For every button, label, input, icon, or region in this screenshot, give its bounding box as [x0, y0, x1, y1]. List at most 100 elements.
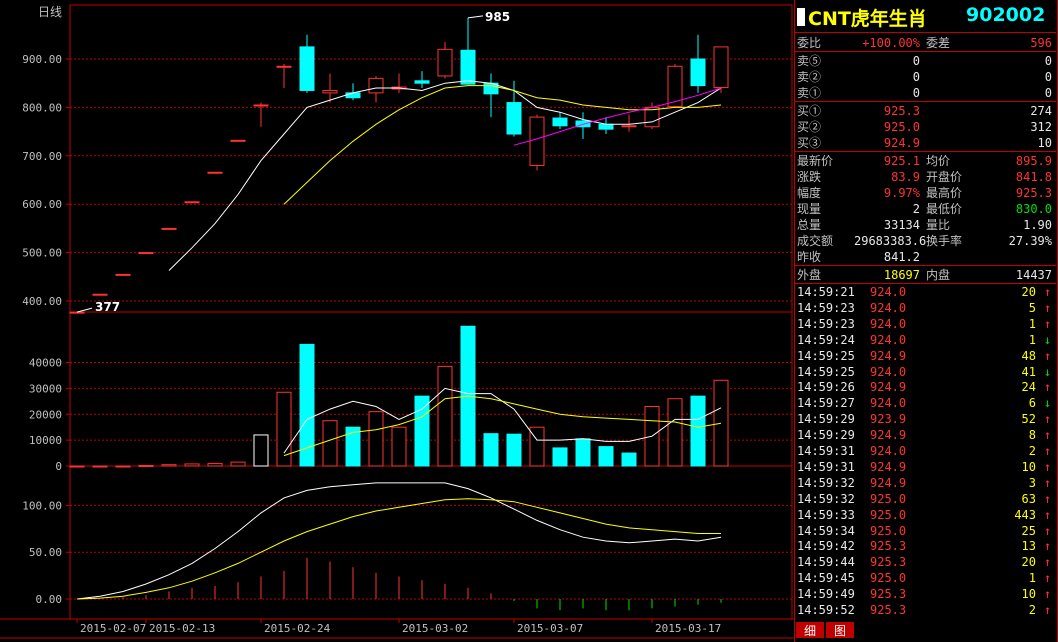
sell-level-price: 0: [912, 86, 920, 100]
candle[interactable]: [69, 311, 85, 314]
chart-area[interactable]: 985 377 900.00 800.00 700.00 600.00 500.00 400…: [0, 0, 794, 642]
volume-bar[interactable]: [345, 426, 361, 467]
stat-label: 现量: [797, 202, 822, 216]
candle[interactable]: [529, 114, 545, 171]
arrow-up-icon: ↑: [1044, 444, 1052, 458]
price-tick-label: 900.00: [22, 53, 62, 66]
tick-time: 14:59:27: [797, 396, 855, 411]
candle-body: [437, 48, 453, 77]
candle-body: [345, 92, 361, 99]
stat-value: 925.3: [1015, 186, 1052, 200]
volume-bar[interactable]: [184, 463, 200, 467]
tick-price: 925.0: [870, 523, 907, 538]
tick-volume: 1: [1028, 316, 1036, 331]
indicator-tick-label: 50.00: [29, 546, 62, 559]
tick-price: 925.0: [870, 507, 907, 522]
indicator-tick-label: 0.00: [36, 593, 63, 606]
candle[interactable]: [184, 201, 200, 204]
candle[interactable]: [207, 171, 223, 174]
tick-time: 14:59:45: [797, 571, 855, 586]
volume-bar[interactable]: [161, 464, 177, 467]
sell-level-volume: 0: [1044, 54, 1052, 68]
volume-tick-label: 30000: [29, 382, 62, 395]
buy-level-label: 买③: [797, 136, 822, 150]
stat-value: 9.97%: [883, 186, 920, 200]
volume-bar[interactable]: [92, 465, 108, 468]
tab-detail[interactable]: 细: [796, 622, 824, 638]
tick-volume: 10: [1021, 459, 1036, 474]
volume-bar[interactable]: [575, 438, 591, 467]
candle[interactable]: [230, 139, 246, 142]
candle[interactable]: [115, 273, 131, 276]
buy-level-price: 925.0: [883, 120, 920, 134]
volume-bar[interactable]: [598, 446, 614, 467]
stat-label: 幅度: [797, 186, 822, 200]
arrow-up-icon: ↑: [1044, 475, 1052, 490]
volume-bar[interactable]: [138, 464, 154, 467]
volume-bar[interactable]: [207, 462, 223, 467]
weibi-label: 委比: [797, 36, 822, 50]
tab-detail-label: 细: [803, 624, 816, 638]
buy-level-price: 925.3: [883, 104, 920, 118]
volume-bar[interactable]: [506, 433, 522, 467]
tick-time: 14:59:24: [797, 332, 855, 347]
arrow-up-icon: ↑: [1044, 555, 1052, 570]
tick-price: 924.0: [870, 444, 907, 458]
tick-price: 925.0: [870, 491, 907, 506]
arrow-up-icon: ↑: [1044, 523, 1052, 538]
tab-chart[interactable]: 图: [826, 622, 854, 638]
volume-bar[interactable]: [276, 391, 292, 467]
candle[interactable]: [92, 293, 108, 296]
candle-body: [138, 252, 154, 255]
stat-value: 895.9: [1015, 154, 1052, 168]
volume-bar[interactable]: [437, 365, 453, 467]
candle-body: [69, 311, 85, 314]
arrow-up-icon: ↑: [1044, 459, 1052, 474]
candle[interactable]: [138, 252, 154, 255]
stat-label: 最高价: [926, 186, 963, 200]
candle-body: [414, 80, 430, 84]
tick-price: 924.0: [870, 300, 907, 315]
divider: [794, 32, 1056, 33]
candle-body: [529, 116, 545, 166]
volume-bar[interactable]: [230, 461, 246, 467]
stock-code: 902002: [966, 4, 1046, 26]
volume-bar[interactable]: [552, 447, 568, 467]
volume-bar[interactable]: [322, 420, 338, 467]
arrow-up-icon: ↑: [1044, 491, 1052, 506]
volume-bar[interactable]: [621, 452, 637, 467]
inner-value: 14437: [1015, 268, 1052, 282]
stat-value: 841.2: [883, 250, 920, 264]
volume-bar[interactable]: [483, 433, 499, 467]
stat-label: 昨收: [797, 250, 822, 264]
stat-value: 841.8: [1015, 170, 1052, 184]
volume-bar[interactable]: [368, 411, 384, 467]
volume-bar[interactable]: [69, 465, 85, 468]
volume-bar[interactable]: [667, 398, 683, 467]
volume-bar[interactable]: [690, 395, 706, 467]
arrow-up-icon: ↑: [1044, 300, 1052, 315]
outer-label: 外盘: [797, 268, 822, 282]
candle[interactable]: [667, 63, 683, 108]
period-label[interactable]: 日线: [38, 5, 62, 19]
candle[interactable]: [161, 227, 177, 230]
stat-label: 成交额: [797, 234, 834, 248]
tick-volume: 41: [1021, 364, 1036, 379]
arrow-up-icon: ↑: [1044, 428, 1052, 443]
volume-bar[interactable]: [414, 395, 430, 467]
volume-bar[interactable]: [115, 465, 131, 468]
candle[interactable]: [713, 46, 729, 93]
date-label: 2015-03-07: [517, 622, 583, 635]
inner-label: 内盘: [926, 268, 951, 282]
volume-bar[interactable]: [391, 426, 407, 467]
outer-value: 18697: [883, 268, 920, 282]
volume-bar[interactable]: [253, 434, 269, 467]
stat-value: 29683383.6: [854, 234, 927, 248]
tick-volume: 63: [1021, 491, 1036, 506]
stat-value: 1.90: [1023, 218, 1052, 232]
sell-level-price: 0: [912, 54, 920, 68]
tick-time: 14:59:44: [797, 555, 855, 570]
tick-time: 14:59:29: [797, 428, 855, 443]
volume-bar[interactable]: [713, 379, 729, 467]
tick-price: 924.9: [870, 475, 907, 490]
